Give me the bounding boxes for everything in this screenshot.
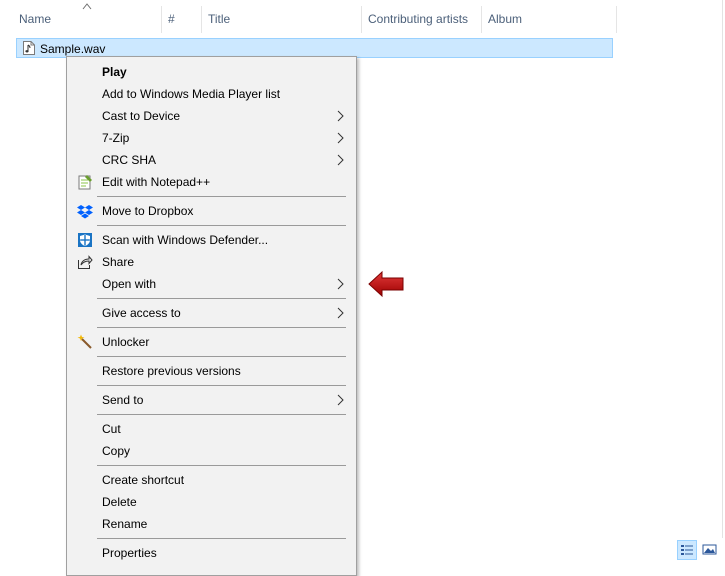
column-divider[interactable] <box>616 6 617 33</box>
column-divider[interactable] <box>161 6 162 33</box>
unlocker-wand-icon <box>77 334 92 349</box>
menu-separator <box>97 225 346 226</box>
menu-item-label: 7-Zip <box>102 131 130 145</box>
menu-item-label: Play <box>102 65 127 79</box>
menu-separator <box>97 385 346 386</box>
menu-separator <box>97 298 346 299</box>
chevron-right-icon <box>337 132 344 144</box>
chevron-right-icon <box>337 307 344 319</box>
sort-ascending-icon <box>82 3 92 10</box>
menu-item-label: Open with <box>102 277 157 291</box>
column-number[interactable]: # <box>168 12 175 26</box>
menu-item-label: Delete <box>102 495 137 509</box>
menu-separator <box>97 538 346 539</box>
column-header-row: Name # Title Contributing artists Album <box>0 0 617 38</box>
details-view-button[interactable] <box>677 540 697 560</box>
column-contributing-artists[interactable]: Contributing artists <box>368 12 468 26</box>
menu-item-label: Give access to <box>102 306 181 320</box>
menu-item-cut[interactable]: Cut <box>67 418 356 440</box>
menu-item-give-access-to[interactable]: Give access to <box>67 302 356 324</box>
windows-defender-icon <box>78 233 92 247</box>
chevron-right-icon <box>337 110 344 122</box>
menu-item-label: Cast to Device <box>102 109 181 123</box>
menu-item-label: Share <box>102 255 135 269</box>
menu-item-label: Add to Windows Media Player list <box>102 87 281 101</box>
dropbox-icon <box>77 205 93 219</box>
share-icon <box>78 255 93 269</box>
menu-item-delete[interactable]: Delete <box>67 491 356 513</box>
menu-item-add-to-wmp[interactable]: Add to Windows Media Player list <box>67 83 356 105</box>
chevron-right-icon <box>337 278 344 290</box>
menu-item-label: Edit with Notepad++ <box>102 175 211 189</box>
menu-item-7zip[interactable]: 7-Zip <box>67 127 356 149</box>
menu-item-open-with[interactable]: Open with <box>67 273 356 295</box>
menu-separator <box>97 196 346 197</box>
menu-item-unlocker[interactable]: Unlocker <box>67 331 356 353</box>
menu-item-properties[interactable]: Properties <box>67 542 356 564</box>
column-divider[interactable] <box>201 6 202 33</box>
menu-item-label: Create shortcut <box>102 473 185 487</box>
menu-separator <box>97 414 346 415</box>
menu-item-crc-sha[interactable]: CRC SHA <box>67 149 356 171</box>
menu-separator <box>97 327 346 328</box>
menu-item-label: Restore previous versions <box>102 364 241 378</box>
large-icons-view-icon <box>702 544 717 555</box>
notepadpp-icon <box>78 175 92 190</box>
menu-item-play[interactable]: Play <box>67 61 356 83</box>
menu-item-share[interactable]: Share <box>67 251 356 273</box>
column-divider[interactable] <box>361 6 362 33</box>
menu-separator <box>97 465 346 466</box>
chevron-right-icon <box>337 394 344 406</box>
menu-item-create-shortcut[interactable]: Create shortcut <box>67 469 356 491</box>
pane-edge <box>722 0 723 538</box>
menu-item-label: Scan with Windows Defender... <box>102 233 269 247</box>
menu-item-send-to[interactable]: Send to <box>67 389 356 411</box>
menu-item-move-to-dropbox[interactable]: Move to Dropbox <box>67 200 356 222</box>
menu-item-label: Cut <box>102 422 121 436</box>
menu-separator <box>97 356 346 357</box>
menu-item-copy[interactable]: Copy <box>67 440 356 462</box>
column-album[interactable]: Album <box>488 12 522 26</box>
menu-item-label: Rename <box>102 517 148 531</box>
menu-item-label: Copy <box>102 444 131 458</box>
file-name[interactable]: Sample.wav <box>40 42 105 56</box>
menu-item-label: CRC SHA <box>102 153 157 167</box>
audio-file-icon <box>23 41 35 55</box>
menu-item-cast-to-device[interactable]: Cast to Device <box>67 105 356 127</box>
file-row-selected[interactable]: Sample.wav <box>16 38 613 58</box>
menu-item-restore-previous-versions[interactable]: Restore previous versions <box>67 360 356 382</box>
context-menu: Play Add to Windows Media Player list Ca… <box>66 56 357 576</box>
menu-item-rename[interactable]: Rename <box>67 513 356 535</box>
menu-item-edit-notepadpp[interactable]: Edit with Notepad++ <box>67 171 356 193</box>
menu-item-scan-defender[interactable]: Scan with Windows Defender... <box>67 229 356 251</box>
annotation-arrow-left-icon <box>368 270 404 298</box>
column-name[interactable]: Name <box>19 12 51 26</box>
large-icons-view-button[interactable] <box>700 540 720 560</box>
chevron-right-icon <box>337 154 344 166</box>
menu-item-label: Unlocker <box>102 335 150 349</box>
menu-item-label: Move to Dropbox <box>102 204 194 218</box>
details-view-icon <box>681 545 693 555</box>
column-title[interactable]: Title <box>208 12 230 26</box>
menu-item-label: Send to <box>102 393 144 407</box>
column-divider[interactable] <box>481 6 482 33</box>
menu-item-label: Properties <box>102 546 157 560</box>
